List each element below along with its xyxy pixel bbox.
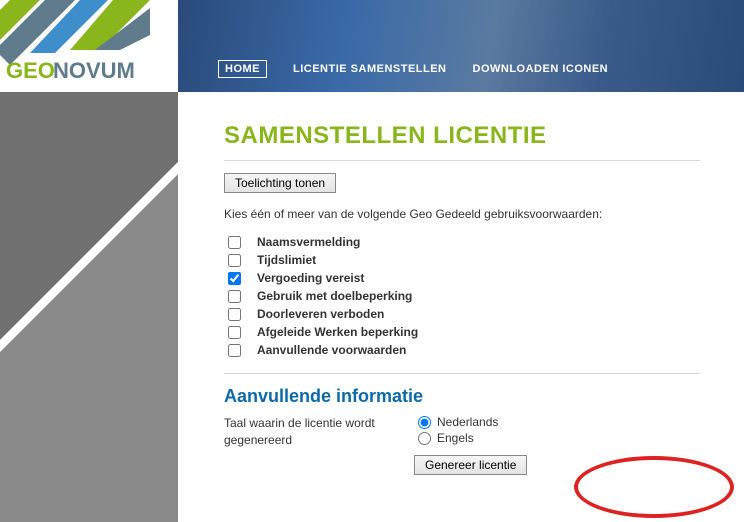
language-option-nl[interactable]: Nederlands (418, 415, 498, 429)
generate-license-button[interactable]: Genereer licentie (414, 455, 527, 475)
divider (224, 373, 700, 374)
condition-checkbox[interactable] (228, 272, 241, 285)
condition-checkbox[interactable] (228, 254, 241, 267)
radio-engels[interactable] (418, 432, 431, 445)
conditions-list: Naamsvermelding Tijdslimiet Vergoeding ver… (224, 235, 700, 357)
condition-row[interactable]: Doorleveren verboden (228, 307, 700, 321)
language-row: Taal waarin de licentie wordt gegenereer… (224, 413, 700, 449)
top-bar: HOME LICENTIE SAMENSTELLEN DOWNLOADEN IC… (178, 0, 744, 92)
condition-label: Doorleveren verboden (257, 307, 384, 321)
language-option-en[interactable]: Engels (418, 431, 498, 445)
condition-row[interactable]: Naamsvermelding (228, 235, 700, 249)
brand-suffix: NOVUM (53, 58, 135, 83)
condition-checkbox[interactable] (228, 236, 241, 249)
extra-info-title: Aanvullende informatie (224, 386, 700, 407)
radio-label: Engels (437, 431, 474, 445)
condition-row[interactable]: Aanvullende voorwaarden (228, 343, 700, 357)
main-content: SAMENSTELLEN LICENTIE Toelichting tonen … (200, 96, 724, 522)
condition-label: Afgeleide Werken beperking (257, 325, 418, 339)
page-title: SAMENSTELLEN LICENTIE (224, 122, 700, 150)
radio-label: Nederlands (437, 415, 498, 429)
condition-checkbox[interactable] (228, 308, 241, 321)
condition-label: Vergoeding vereist (257, 271, 364, 285)
condition-label: Tijdslimiet (257, 253, 316, 267)
condition-label: Aanvullende voorwaarden (257, 343, 406, 357)
brand-prefix: GEO (6, 58, 55, 83)
language-options: Nederlands Engels (414, 413, 498, 447)
brand-logo: GEO NOVUM (0, 0, 178, 92)
condition-label: Gebruik met doelbeperking (257, 289, 412, 303)
main-nav: HOME LICENTIE SAMENSTELLEN DOWNLOADEN IC… (218, 60, 608, 78)
condition-row[interactable]: Vergoeding vereist (228, 271, 700, 285)
nav-downloaden-iconen[interactable]: DOWNLOADEN ICONEN (473, 63, 609, 75)
condition-checkbox[interactable] (228, 290, 241, 303)
language-label: Taal waarin de licentie wordt gegenereer… (224, 413, 414, 449)
instruction-text: Kies één of meer van de volgende Geo Ged… (224, 207, 700, 221)
radio-nederlands[interactable] (418, 416, 431, 429)
condition-checkbox[interactable] (228, 344, 241, 357)
nav-home[interactable]: HOME (218, 60, 267, 78)
geonovum-logo-icon: GEO NOVUM (0, 0, 178, 92)
sidebar-decor (0, 92, 178, 522)
divider (224, 160, 700, 161)
condition-row[interactable]: Tijdslimiet (228, 253, 700, 267)
condition-row[interactable]: Gebruik met doelbeperking (228, 289, 700, 303)
condition-label: Naamsvermelding (257, 235, 360, 249)
condition-checkbox[interactable] (228, 326, 241, 339)
toggle-help-button[interactable]: Toelichting tonen (224, 173, 336, 193)
condition-row[interactable]: Afgeleide Werken beperking (228, 325, 700, 339)
nav-licentie-samenstellen[interactable]: LICENTIE SAMENSTELLEN (293, 63, 447, 75)
